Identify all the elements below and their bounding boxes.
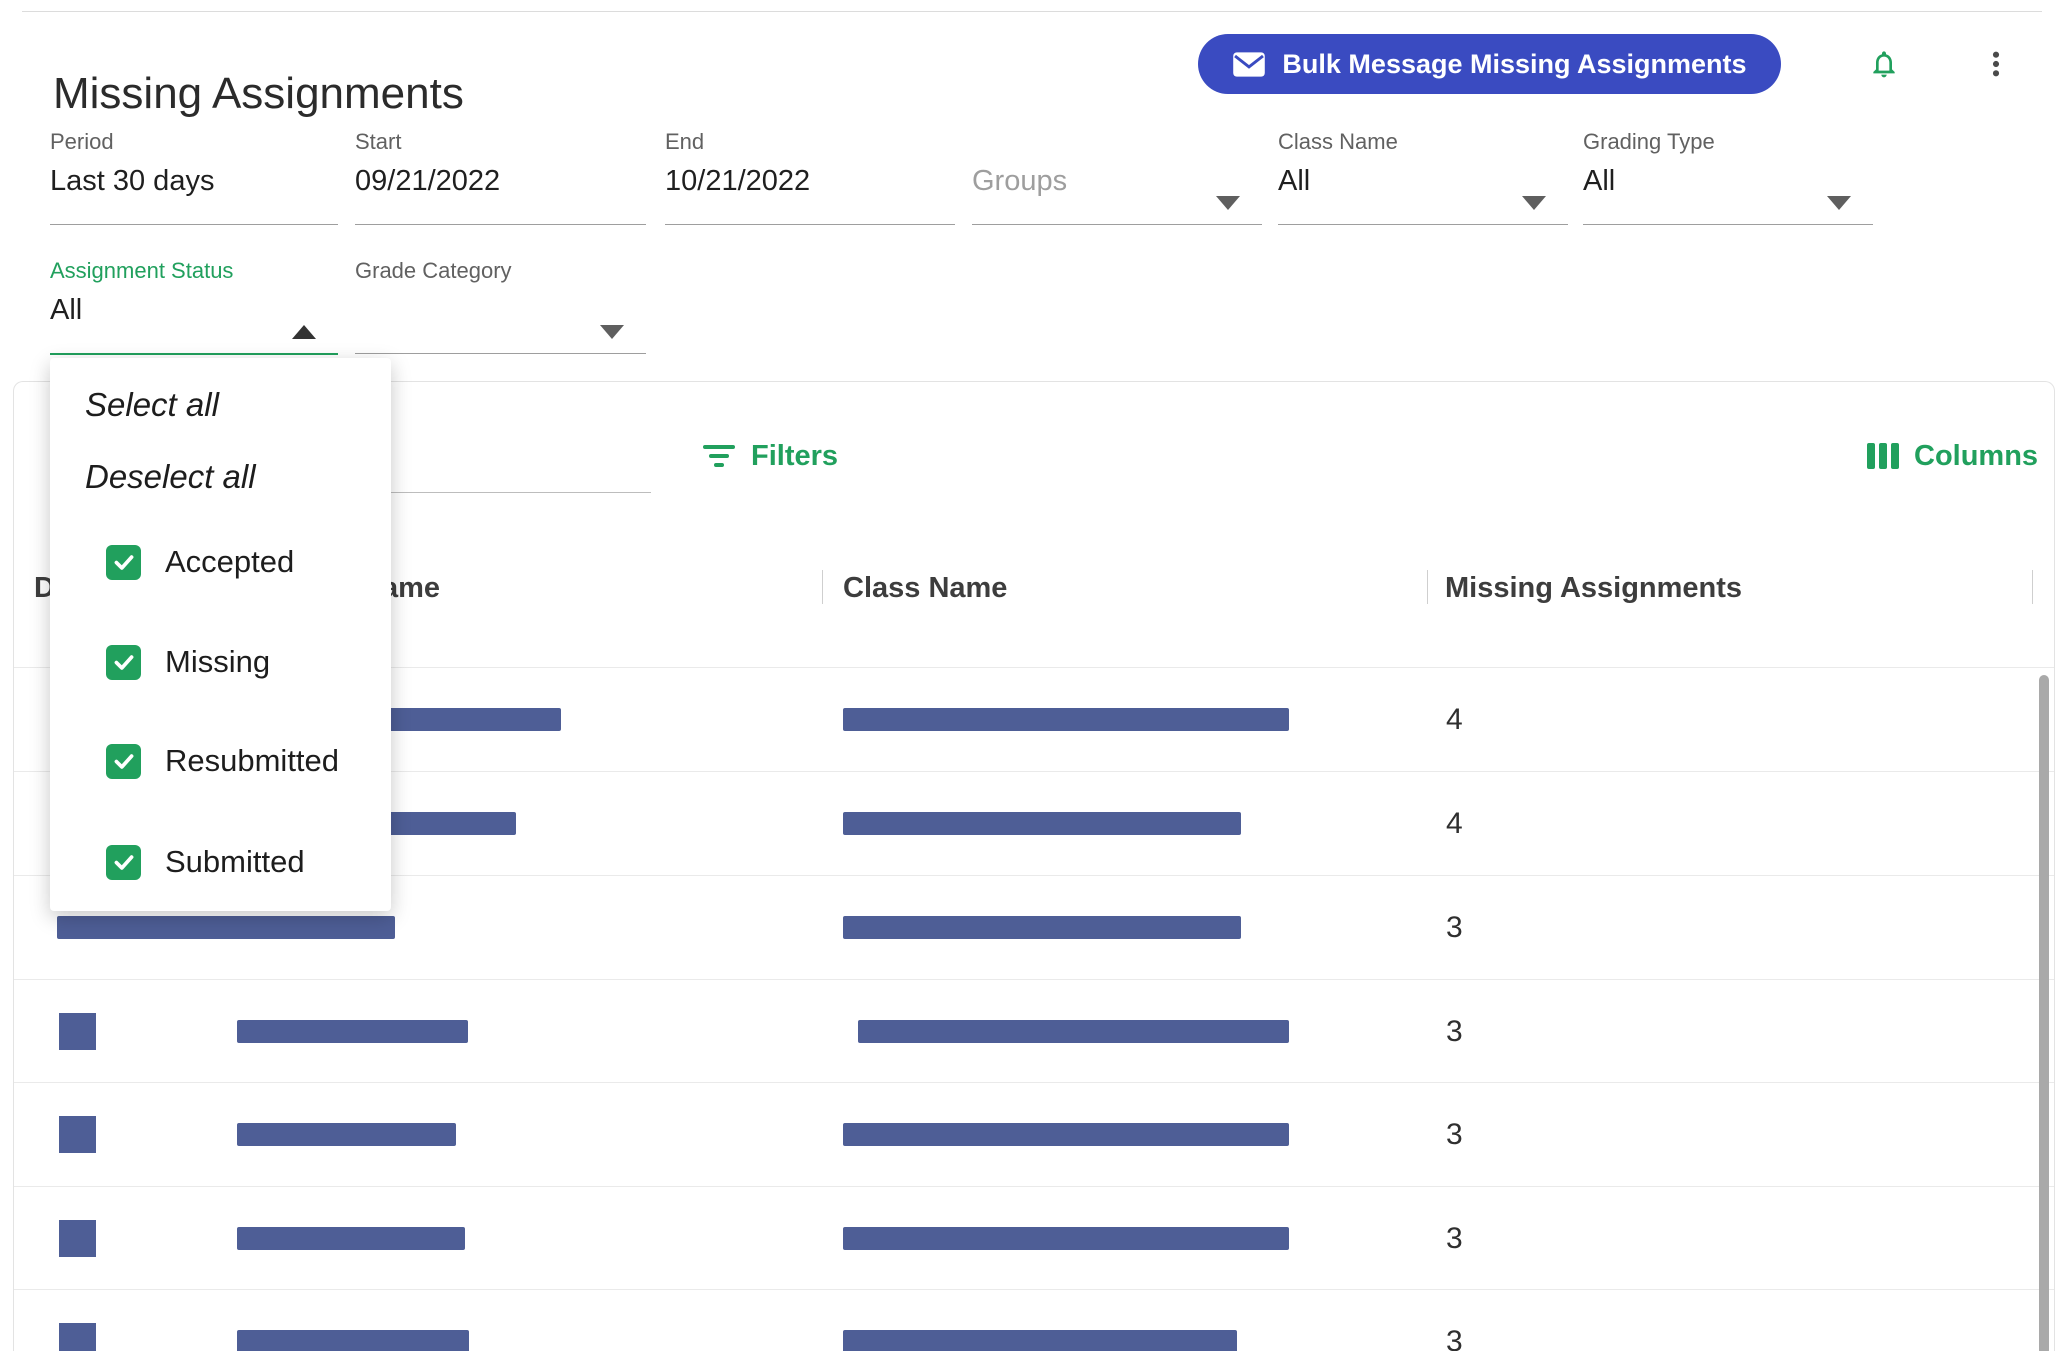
checkbox-checked-icon[interactable] xyxy=(106,544,141,580)
student-name-redacted xyxy=(237,1227,465,1250)
deselect-all-option[interactable]: Deselect all xyxy=(85,455,256,499)
table-row[interactable]: 3 xyxy=(14,979,2054,1084)
table-row[interactable]: 3 xyxy=(14,1186,2054,1291)
column-header-missing-assignments[interactable]: Missing Assignments xyxy=(1445,568,1742,608)
chevron-down-icon xyxy=(1216,196,1240,210)
chevron-down-icon xyxy=(1522,196,1546,210)
grading-type-value: All xyxy=(1583,165,1616,197)
missing-count: 4 xyxy=(1446,807,1463,840)
bulk-message-button[interactable]: Bulk Message Missing Assignments xyxy=(1198,34,1781,94)
groups-placeholder: Groups xyxy=(972,165,1068,197)
class-name-redacted xyxy=(858,1020,1289,1043)
groups-label-spacer xyxy=(972,128,1262,156)
status-option-label: Resubmitted xyxy=(165,743,340,778)
table-row[interactable]: 3 xyxy=(14,1289,2054,1351)
assignment-status-select[interactable]: Assignment Status All xyxy=(50,257,338,355)
groups-select[interactable]: Groups xyxy=(972,128,1262,225)
chevron-down-icon xyxy=(1827,196,1851,210)
filter-lines-icon xyxy=(701,441,737,471)
end-date-input[interactable]: End 10/21/2022 xyxy=(665,128,955,225)
missing-count: 3 xyxy=(1446,1222,1463,1255)
select-all-option[interactable]: Select all xyxy=(85,383,219,427)
status-option-missing[interactable]: Missing xyxy=(50,632,391,692)
student-name-redacted xyxy=(237,1330,469,1351)
class-name-redacted xyxy=(843,812,1241,835)
status-option-submitted[interactable]: Submitted xyxy=(50,832,391,892)
column-divider xyxy=(822,570,823,604)
start-date-value: 09/21/2022 xyxy=(355,164,646,225)
status-option-label: Submitted xyxy=(165,844,305,879)
assignment-status-value: All xyxy=(50,294,83,326)
assignment-status-dropdown: Select all Deselect all Accepted Missing… xyxy=(50,358,391,911)
student-avatar-redacted xyxy=(59,1220,96,1257)
period-value: Last 30 days xyxy=(50,164,338,225)
filters-label: Filters xyxy=(751,439,839,472)
vertical-scrollbar[interactable] xyxy=(2039,675,2049,1351)
class-name-value: All xyxy=(1278,165,1311,197)
missing-count: 3 xyxy=(1446,1118,1463,1151)
period-filter[interactable]: Period Last 30 days xyxy=(50,128,338,225)
student-name-redacted xyxy=(237,1123,456,1146)
columns-label: Columns xyxy=(1914,439,2039,472)
student-avatar-redacted xyxy=(59,1116,96,1153)
end-date-value: 10/21/2022 xyxy=(665,164,955,225)
start-date-input[interactable]: Start 09/21/2022 xyxy=(355,128,646,225)
student-avatar-redacted xyxy=(59,1323,96,1351)
assignment-status-label: Assignment Status xyxy=(50,258,234,283)
student-name-redacted xyxy=(237,1020,468,1043)
checkbox-checked-icon[interactable] xyxy=(106,844,141,880)
status-option-label: Missing xyxy=(165,644,271,679)
missing-count: 3 xyxy=(1446,1015,1463,1048)
columns-button[interactable]: Columns xyxy=(1866,436,2038,476)
start-date-label: Start xyxy=(355,129,402,154)
class-name-select[interactable]: Class Name All xyxy=(1278,128,1568,225)
status-option-label: Accepted xyxy=(165,544,295,579)
period-label: Period xyxy=(50,129,114,154)
bulk-message-label: Bulk Message Missing Assignments xyxy=(1282,48,1747,79)
missing-count: 3 xyxy=(1446,911,1463,944)
class-name-label: Class Name xyxy=(1278,129,1398,154)
status-option-accepted[interactable]: Accepted xyxy=(50,532,391,592)
student-avatar-redacted xyxy=(59,1013,96,1050)
grade-category-label: Grade Category xyxy=(355,258,512,283)
table-row[interactable]: 3 xyxy=(14,1082,2054,1187)
student-name-redacted xyxy=(57,916,395,939)
column-divider xyxy=(1427,570,1428,604)
class-name-redacted xyxy=(843,1330,1237,1351)
status-option-resubmitted[interactable]: Resubmitted xyxy=(50,731,391,791)
missing-count: 4 xyxy=(1446,703,1463,736)
class-name-redacted xyxy=(843,708,1289,731)
column-divider xyxy=(2032,570,2033,604)
grading-type-label: Grading Type xyxy=(1583,129,1715,154)
overflow-menu-icon[interactable] xyxy=(1974,42,2018,86)
class-name-redacted xyxy=(843,916,1241,939)
missing-count: 3 xyxy=(1446,1325,1463,1351)
envelope-icon xyxy=(1232,51,1266,78)
page-title: Missing Assignments xyxy=(53,69,464,119)
header-divider xyxy=(22,11,2042,12)
chevron-down-icon xyxy=(600,325,624,339)
notifications-bell-icon[interactable] xyxy=(1862,42,1906,86)
class-name-redacted xyxy=(843,1227,1289,1250)
grading-type-select[interactable]: Grading Type All xyxy=(1583,128,1873,225)
column-header-class-name[interactable]: Class Name xyxy=(843,568,1007,608)
columns-icon xyxy=(1866,441,1900,471)
class-name-redacted xyxy=(843,1123,1289,1146)
checkbox-checked-icon[interactable] xyxy=(106,743,141,779)
chevron-up-icon xyxy=(292,325,316,339)
checkbox-checked-icon[interactable] xyxy=(106,644,141,680)
filters-button[interactable]: Filters xyxy=(701,436,838,476)
grade-category-select[interactable]: Grade Category xyxy=(355,257,646,354)
end-date-label: End xyxy=(665,129,705,154)
